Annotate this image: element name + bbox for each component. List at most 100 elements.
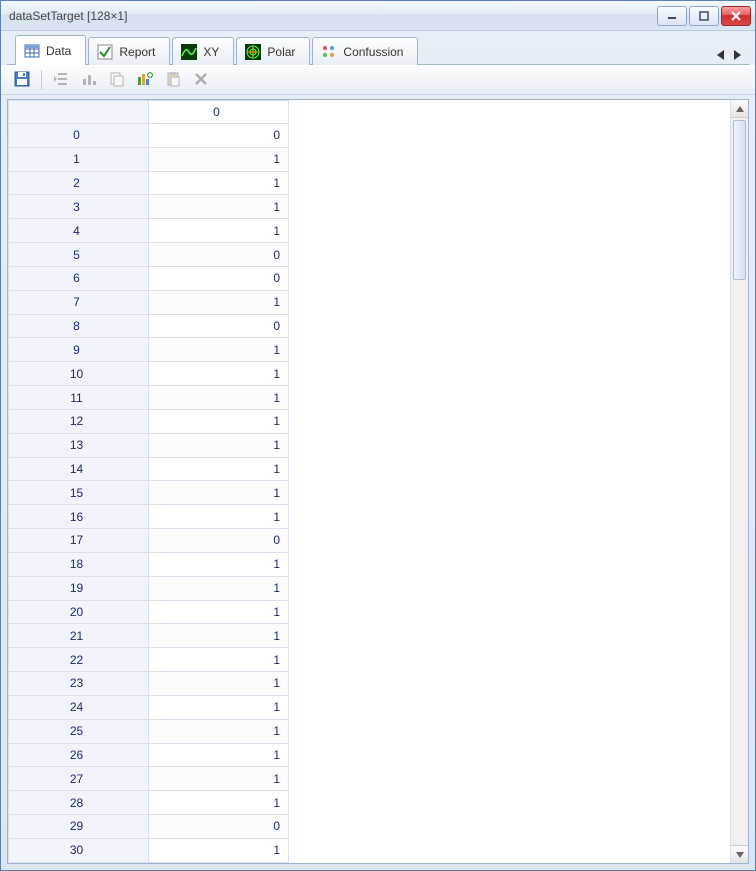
table-row: 91 [9, 338, 289, 362]
cell[interactable]: 0 [149, 243, 289, 267]
scroll-thumb[interactable] [733, 120, 746, 280]
cell[interactable]: 1 [149, 362, 289, 386]
row-header[interactable]: 25 [9, 719, 149, 743]
cell[interactable]: 1 [149, 791, 289, 815]
cell[interactable]: 1 [149, 505, 289, 529]
tab-scroll-right[interactable] [729, 45, 745, 65]
row-header[interactable]: 30 [9, 838, 149, 862]
cell[interactable]: 1 [149, 838, 289, 862]
tab-report[interactable]: Report [88, 37, 170, 65]
cell[interactable]: 1 [149, 743, 289, 767]
cell[interactable]: 1 [149, 552, 289, 576]
close-button[interactable] [721, 6, 751, 26]
titlebar[interactable]: dataSetTarget [128×1] [1, 1, 755, 31]
table-row: 101 [9, 362, 289, 386]
row-header[interactable]: 26 [9, 743, 149, 767]
row-header[interactable]: 11 [9, 386, 149, 410]
table-row: 251 [9, 719, 289, 743]
row-header[interactable]: 22 [9, 648, 149, 672]
tab-polar[interactable]: Polar [236, 37, 310, 65]
scroll-down-arrow[interactable] [731, 845, 748, 863]
save-icon [14, 71, 30, 90]
row-header[interactable]: 27 [9, 767, 149, 791]
row-header[interactable]: 24 [9, 695, 149, 719]
cell[interactable]: 1 [149, 648, 289, 672]
cell[interactable]: 1 [149, 409, 289, 433]
row-header[interactable]: 6 [9, 266, 149, 290]
table-row: 281 [9, 791, 289, 815]
cell[interactable]: 1 [149, 719, 289, 743]
cell[interactable]: 1 [149, 219, 289, 243]
cell[interactable]: 1 [149, 195, 289, 219]
cell[interactable]: 1 [149, 600, 289, 624]
row-header[interactable]: 16 [9, 505, 149, 529]
table-row: 221 [9, 648, 289, 672]
row-header[interactable]: 15 [9, 481, 149, 505]
toolbar [1, 65, 755, 95]
cell[interactable]: 0 [149, 124, 289, 148]
table-row: 71 [9, 290, 289, 314]
row-header[interactable]: 17 [9, 529, 149, 553]
cell[interactable]: 1 [149, 576, 289, 600]
minimize-button[interactable] [657, 6, 687, 26]
row-header[interactable]: 8 [9, 314, 149, 338]
tab-label: Confussion [343, 45, 403, 59]
table-row: 11 [9, 147, 289, 171]
scroll-up-arrow[interactable] [731, 100, 748, 118]
row-header[interactable]: 10 [9, 362, 149, 386]
cell[interactable]: 1 [149, 457, 289, 481]
row-header[interactable]: 20 [9, 600, 149, 624]
maximize-button[interactable] [689, 6, 719, 26]
cell[interactable]: 0 [149, 314, 289, 338]
row-header[interactable]: 19 [9, 576, 149, 600]
row-header[interactable]: 5 [9, 243, 149, 267]
cell[interactable]: 1 [149, 290, 289, 314]
tab-xy[interactable]: XY [172, 37, 234, 65]
cell[interactable]: 0 [149, 815, 289, 839]
cell[interactable]: 1 [149, 171, 289, 195]
table-row: 80 [9, 314, 289, 338]
table-row: 301 [9, 838, 289, 862]
row-header[interactable]: 21 [9, 624, 149, 648]
grid-corner[interactable] [9, 101, 149, 124]
data-grid[interactable]: 0 00112131415060718091101111121131141151… [8, 100, 289, 863]
cell[interactable]: 1 [149, 767, 289, 791]
row-header[interactable]: 1 [9, 147, 149, 171]
tab-data[interactable]: Data [15, 35, 86, 65]
row-header[interactable]: 3 [9, 195, 149, 219]
row-header[interactable]: 7 [9, 290, 149, 314]
row-header[interactable]: 12 [9, 409, 149, 433]
tab-scroll-left[interactable] [713, 45, 729, 65]
table-row: 00 [9, 124, 289, 148]
cell[interactable]: 0 [149, 529, 289, 553]
cell[interactable]: 1 [149, 147, 289, 171]
row-header[interactable]: 0 [9, 124, 149, 148]
cell[interactable]: 1 [149, 338, 289, 362]
cell[interactable]: 1 [149, 695, 289, 719]
row-header[interactable]: 29 [9, 815, 149, 839]
copy-icon [109, 71, 125, 90]
save-button[interactable] [11, 69, 33, 91]
table-row: 151 [9, 481, 289, 505]
table-row: 60 [9, 266, 289, 290]
cell[interactable]: 0 [149, 266, 289, 290]
cell[interactable]: 1 [149, 672, 289, 696]
column-header[interactable]: 0 [149, 101, 289, 124]
tab-confussion[interactable]: Confussion [312, 37, 418, 65]
row-header[interactable]: 2 [9, 171, 149, 195]
row-header[interactable]: 28 [9, 791, 149, 815]
row-header[interactable]: 4 [9, 219, 149, 243]
row-header[interactable]: 9 [9, 338, 149, 362]
cell[interactable]: 1 [149, 386, 289, 410]
row-header[interactable]: 13 [9, 433, 149, 457]
delete-button [190, 69, 212, 91]
cell[interactable]: 1 [149, 481, 289, 505]
cell[interactable]: 1 [149, 433, 289, 457]
chart-add-button[interactable] [134, 69, 156, 91]
row-header[interactable]: 18 [9, 552, 149, 576]
table-row: 50 [9, 243, 289, 267]
vertical-scrollbar[interactable] [730, 100, 748, 863]
row-header[interactable]: 23 [9, 672, 149, 696]
cell[interactable]: 1 [149, 624, 289, 648]
row-header[interactable]: 14 [9, 457, 149, 481]
